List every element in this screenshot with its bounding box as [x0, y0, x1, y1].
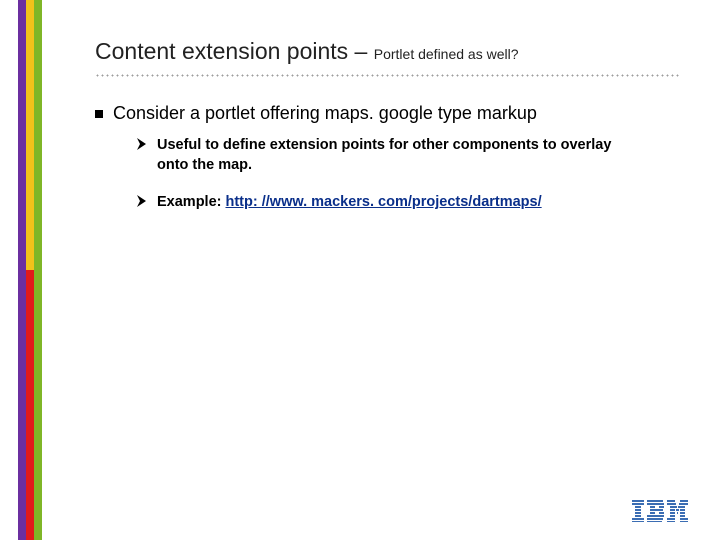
chevron-right-icon: [137, 138, 147, 150]
sub-bullet-text: Useful to define extension points for ot…: [157, 136, 627, 175]
sub-bullet-item: Example: http: //www. mackers. com/proje…: [137, 193, 680, 213]
title-main: Content extension points –: [95, 38, 374, 64]
chevron-right-icon: [137, 195, 147, 207]
accent-bar-split: [26, 0, 34, 540]
sub-bullet-prefix: Example:: [157, 194, 226, 210]
accent-bar-purple: [18, 0, 26, 540]
sub-bullet-list: Useful to define extension points for ot…: [137, 136, 680, 213]
content-area: Content extension points – Portlet defin…: [95, 38, 680, 231]
accent-bar-yellow: [26, 0, 34, 270]
ibm-logo: [632, 500, 688, 522]
sub-bullet-text: Example: http: //www. mackers. com/proje…: [157, 193, 542, 213]
bullet-list: Consider a portlet offering maps. google…: [95, 103, 680, 213]
square-bullet-icon: [95, 110, 103, 118]
sub-bullet-item: Useful to define extension points for ot…: [137, 136, 680, 175]
example-link[interactable]: http: //www. mackers. com/projects/dartm…: [226, 194, 542, 210]
bullet-level1-text: Consider a portlet offering maps. google…: [113, 103, 537, 124]
accent-bar-green: [34, 0, 42, 540]
title-sub: Portlet defined as well?: [374, 46, 519, 62]
dotted-divider: [95, 71, 680, 79]
bullet-level1: Consider a portlet offering maps. google…: [95, 103, 680, 124]
accent-bar-red: [26, 270, 34, 540]
slide-title: Content extension points – Portlet defin…: [95, 38, 680, 65]
accent-sidebars: [18, 0, 42, 540]
slide: Content extension points – Portlet defin…: [0, 0, 720, 540]
